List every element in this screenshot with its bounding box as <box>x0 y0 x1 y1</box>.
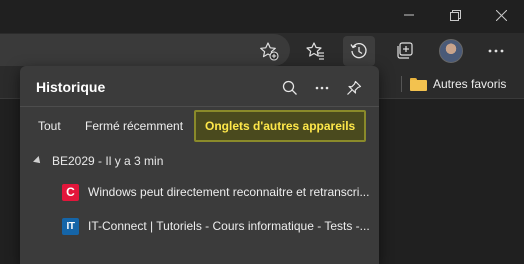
add-to-favorites-button[interactable] <box>253 36 285 66</box>
tab-other-devices[interactable]: Onglets d'autres appareils <box>194 110 367 142</box>
history-panel: Historique Tout Fermé récemment Onglets … <box>20 66 379 264</box>
history-item[interactable]: C Windows peut directement reconnaitre e… <box>62 181 372 203</box>
favorites-icon <box>306 42 324 60</box>
favorites-separator <box>401 76 402 92</box>
restore-button[interactable] <box>432 0 478 30</box>
folder-icon <box>410 77 427 91</box>
minimize-icon <box>404 14 414 16</box>
collections-icon <box>397 42 413 59</box>
collapse-triangle-icon <box>33 156 43 166</box>
other-favorites-folder[interactable]: Autres favoris <box>410 73 506 95</box>
address-bar[interactable] <box>0 34 290 66</box>
close-icon <box>495 9 507 21</box>
history-icon <box>350 43 367 59</box>
profile-avatar[interactable] <box>439 39 463 63</box>
tab-recently-closed[interactable]: Fermé récemment <box>85 111 183 141</box>
restore-icon <box>449 9 461 21</box>
close-button[interactable] <box>478 0 524 30</box>
pin-panel-button[interactable] <box>340 74 368 102</box>
minimize-button[interactable] <box>386 0 432 30</box>
site-c-favicon-icon: C <box>62 183 79 201</box>
more-icon <box>315 86 329 90</box>
browser-window: Autres favoris Historique Tout Fermé réc… <box>0 0 524 264</box>
more-options-button[interactable] <box>480 36 512 66</box>
add-favorite-icon <box>260 42 279 61</box>
favorites-button[interactable] <box>300 36 332 66</box>
history-more-button[interactable] <box>308 74 336 102</box>
search-icon <box>282 80 297 95</box>
history-item-title: Windows peut directement reconnaitre et … <box>88 185 370 199</box>
device-name: BE2029 - Il y a 3 min <box>52 154 164 168</box>
history-button[interactable] <box>343 36 375 66</box>
it-connect-favicon-icon: IT <box>62 217 79 235</box>
collections-button[interactable] <box>389 36 421 66</box>
device-group-header[interactable]: BE2029 - Il y a 3 min <box>33 152 164 170</box>
pin-icon <box>347 80 362 95</box>
more-icon <box>488 49 504 53</box>
other-favorites-label: Autres favoris <box>433 77 507 91</box>
tab-all[interactable]: Tout <box>38 111 61 141</box>
history-search-button[interactable] <box>276 74 304 102</box>
history-item[interactable]: IT IT-Connect | Tutoriels - Cours inform… <box>62 215 372 237</box>
panel-divider <box>20 106 379 107</box>
history-title: Historique <box>36 79 106 95</box>
history-item-title: IT-Connect | Tutoriels - Cours informati… <box>88 219 370 233</box>
